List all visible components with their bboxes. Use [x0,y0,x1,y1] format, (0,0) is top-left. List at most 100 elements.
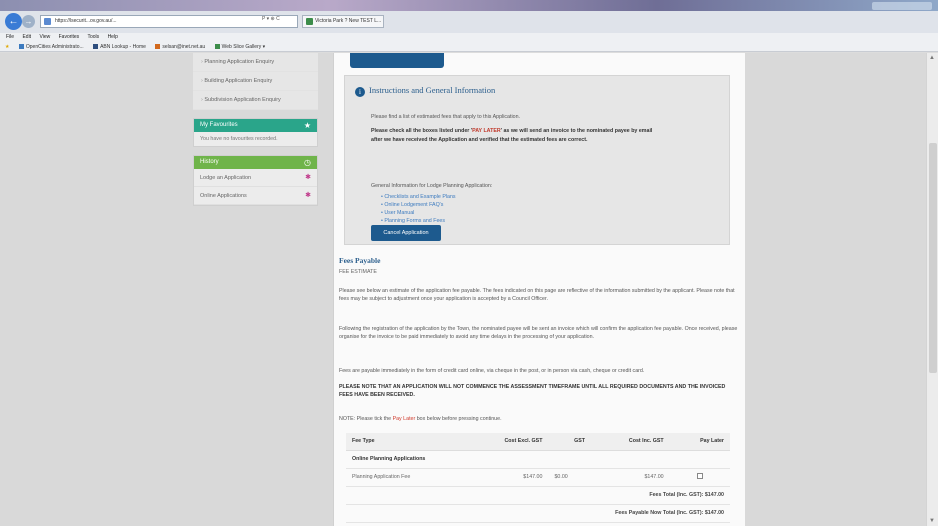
scroll-down-icon[interactable]: ▼ [929,518,935,524]
general-info-heading: General Information for Lodge Planning A… [371,183,493,189]
text-part: Please check all the boxes listed under … [371,128,473,134]
table-row: Planning Application Fee $147.00 $0.00 $… [346,468,730,487]
col-cost-excl: Cost Excl. GST [464,433,549,451]
fees-payable-now: Fees Payable Now Total (Inc. GST): $147.… [346,504,730,523]
text-part: ' as we will send an invoice to the nomi… [500,128,653,134]
site-icon [44,18,51,25]
instructions-pay-later-note-2: after we have received the Application a… [371,137,588,143]
text-part: box below before pressing continue. [415,416,502,422]
col-cost-inc: Cost Inc. GST [590,433,670,451]
table-header-row: Fee Type Cost Excl. GST GST Cost Inc. GS… [346,433,730,451]
menu-edit[interactable]: Edit [22,34,31,40]
link-planning-forms[interactable]: Planning Forms and Fees [381,217,456,225]
menu-tools[interactable]: Tools [87,34,99,40]
instructions-title-text: Instructions and General Information [369,85,496,95]
pay-later-note: NOTE: Please tick the Pay Later box belo… [339,416,502,422]
favorite-favicon-icon [18,44,24,49]
history-item-label: Lodge an Application [200,175,252,181]
tab-favicon-icon [306,18,313,25]
col-fee-type: Fee Type [346,433,465,451]
fees-payable-heading: Fees Payable [339,256,381,265]
address-controls[interactable]: P ▾ ⊕ C [262,16,280,22]
favourites-panel: My Favourites ★ You have no favourites r… [193,118,318,147]
fees-table: Fee Type Cost Excl. GST GST Cost Inc. GS… [346,433,730,523]
menu-bar: File Edit View Favorites Tools Help [0,33,938,42]
fees-payable-now-row: Fees Payable Now Total (Inc. GST): $147.… [346,504,730,523]
fees-total-row: Fees Total (Inc. GST): $147.00 [346,486,730,505]
address-bar[interactable]: https://lsecurit...ov.gov.au/... [40,15,298,28]
history-panel: History ◷ Lodge an Application ✱ Online … [193,155,318,206]
sidebar-link-planning-enquiry[interactable]: Planning Application Enquiry [193,53,318,72]
group-label: Online Planning Applications [346,450,730,469]
forward-arrow-icon[interactable]: → [22,15,35,28]
favorites-bar: ★ OpenCities Administrato... ABN Lookup … [0,42,938,52]
sidebar-link-subdivision-enquiry[interactable]: Subdivision Application Enquiry [193,91,318,110]
vertical-scrollbar[interactable]: ▲ ▼ [926,53,938,526]
text-part: NOTE: Please tick the [339,416,393,422]
favorite-link[interactable]: selsan@inet.net.au [155,44,205,50]
scroll-thumb[interactable] [929,143,937,373]
history-header: History ◷ [194,156,317,169]
menu-help[interactable]: Help [108,34,118,40]
cancel-application-button[interactable]: Cancel Application [371,225,441,241]
scroll-up-icon[interactable]: ▲ [929,55,935,61]
favorite-link[interactable]: Web Slice Gallery ▾ [214,44,265,50]
sidebar: Planning Application Enquiry Building Ap… [193,53,318,206]
cost-excl-cell: $147.00 [464,468,549,487]
instructions-box: i Instructions and General Information Pl… [344,75,730,245]
fees-paragraph: Please see below an estimate of the appl… [339,288,735,302]
favorite-link[interactable]: OpenCities Administrato... [18,44,84,50]
url-text: https://lsecurit...ov.gov.au/... [55,18,117,24]
fee-estimate-label: FEE ESTIMATE [339,269,377,275]
col-pay-later: Pay Later [669,433,730,451]
table-group-row: Online Planning Applications [346,450,730,469]
back-arrow-icon[interactable]: ← [5,13,22,30]
info-icon: i [355,87,365,97]
browser-tab[interactable]: Victoria Park ? New TEST L... [302,15,384,28]
favorites-star-icon[interactable]: ★ [5,44,9,50]
fees-total: Fees Total (Inc. GST): $147.00 [346,486,730,505]
pay-later-checkbox[interactable] [696,473,703,479]
link-faqs[interactable]: Online Lodgement FAQ's [381,201,456,209]
instructions-pay-later-note: Please check all the boxes listed under … [371,128,652,134]
history-item[interactable]: Lodge an Application ✱ [194,169,317,187]
window-controls[interactable] [872,2,932,10]
cost-inc-cell: $147.00 [590,468,670,487]
pay-later-highlight: PAY LATER [472,128,501,134]
favorite-favicon-icon [214,44,220,49]
fee-type-cell: Planning Application Fee [346,468,465,487]
clock-icon: ◷ [304,158,311,167]
history-item[interactable]: Online Applications ✱ [194,187,317,205]
window-titlebar [0,0,938,11]
general-info-links: Checklists and Example Plans Online Lodg… [381,193,456,225]
page-viewport: Planning Application Enquiry Building Ap… [0,53,938,526]
gst-cell: $0.00 [548,468,591,487]
sidebar-link-building-enquiry[interactable]: Building Application Enquiry [193,72,318,91]
fees-warning-text: PLEASE NOTE THAT AN APPLICATION WILL NOT… [339,384,726,398]
top-action-button[interactable] [350,53,444,68]
favorite-favicon-icon [93,44,99,49]
pin-icon[interactable]: ✱ [305,187,311,205]
address-row: ← → https://lsecurit...ov.gov.au/... P ▾… [0,11,938,33]
tab-title: Victoria Park ? New TEST L... [315,18,382,24]
col-gst: GST [548,433,591,451]
fees-warning: PLEASE NOTE THAT AN APPLICATION WILL NOT… [339,383,739,399]
link-user-manual[interactable]: User Manual [381,209,456,217]
menu-file[interactable]: File [6,34,14,40]
favourites-header: My Favourites ★ [194,119,317,132]
favorite-favicon-icon [155,44,161,49]
instructions-line: Please find a list of estimated fees tha… [371,114,520,120]
pin-icon[interactable]: ✱ [305,169,311,187]
pay-later-highlight: Pay Later [392,416,416,422]
menu-favorites[interactable]: Favorites [59,34,80,40]
history-item-label: Online Applications [200,193,247,199]
star-icon: ★ [303,121,311,130]
instructions-title: i Instructions and General Information [355,85,495,97]
favourites-title: My Favourites [200,122,238,128]
fees-paragraph: Following the registration of the applic… [339,326,738,340]
fees-paragraph: Fees are payable immediately in the form… [339,368,645,374]
menu-view[interactable]: View [39,34,50,40]
main-content: i Instructions and General Information Pl… [333,53,745,526]
favorite-link[interactable]: ABN Lookup - Home [93,44,146,50]
link-checklists[interactable]: Checklists and Example Plans [381,193,455,201]
